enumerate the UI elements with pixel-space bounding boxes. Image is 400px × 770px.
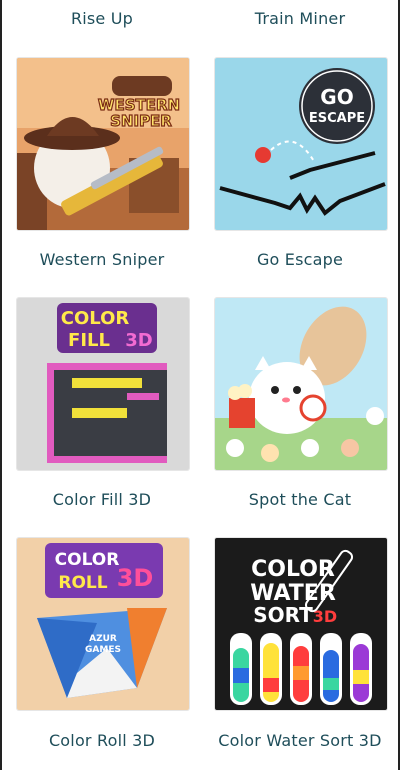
game-title-color-water-sort-3d[interactable]: Color Water Sort 3D [200,731,400,750]
art-text-azur: AZUR [89,634,117,644]
game-thumbnail-go-escape[interactable]: GO ESCAPE [215,58,387,230]
color-water-sort-3d-art: COLOR WATER SORT 3D [215,538,387,710]
game-thumbnail-color-roll-3d[interactable]: COLOR ROLL 3D AZUR GAMES [17,538,189,710]
art-text-3d: 3D [125,330,152,351]
color-fill-3d-art: COLOR FILL 3D [17,298,189,470]
art-text-roll: ROLL [58,573,107,593]
go-escape-art: GO ESCAPE [215,58,387,230]
game-thumbnail-spot-the-cat[interactable] [215,298,387,470]
game-title-color-fill-3d[interactable]: Color Fill 3D [2,490,202,509]
color-roll-3d-art: COLOR ROLL 3D AZUR GAMES [17,538,189,710]
art-text-sort: SORT [253,603,313,627]
art-text-escape: ESCAPE [309,111,365,126]
game-title-color-roll-3d[interactable]: Color Roll 3D [2,731,202,750]
art-text-color: COLOR [251,557,335,582]
spot-the-cat-art [215,298,387,470]
art-text-color: COLOR [61,308,130,329]
game-thumbnail-color-water-sort-3d[interactable]: COLOR WATER SORT 3D [215,538,387,710]
game-title-western-sniper[interactable]: Western Sniper [2,250,202,269]
game-thumbnail-color-fill-3d[interactable]: COLOR FILL 3D [17,298,189,470]
game-title-go-escape[interactable]: Go Escape [200,250,400,269]
art-text-fill: FILL [68,330,110,351]
game-thumbnail-western-sniper[interactable]: WESTERN SNIPER [17,58,189,230]
water-tubes [230,633,372,705]
game-title-spot-the-cat[interactable]: Spot the Cat [200,490,400,509]
art-text-3d: 3D [117,564,154,592]
game-title-train-miner[interactable]: Train Miner [200,9,400,28]
art-text-sniper: SNIPER [110,112,172,130]
game-grid: Rise Up Train Miner WESTERN SNIPER Weste… [0,0,400,770]
art-text-games: GAMES [85,645,121,655]
western-sniper-art: WESTERN SNIPER [17,58,189,230]
art-text-color: COLOR [55,550,120,570]
game-title-rise-up[interactable]: Rise Up [2,9,202,28]
art-text-go: GO [320,85,353,109]
